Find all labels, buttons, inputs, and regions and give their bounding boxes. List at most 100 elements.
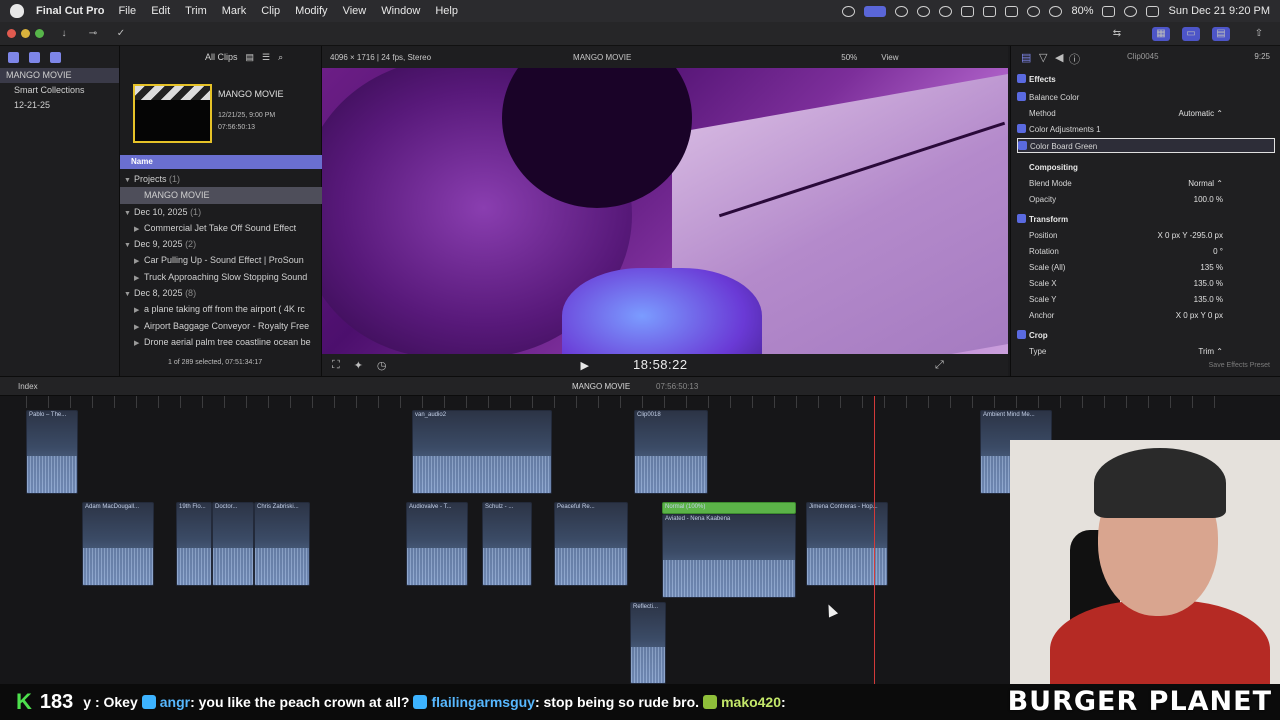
- speed-icon[interactable]: ◷: [377, 359, 387, 372]
- audio-inspector-icon[interactable]: ◀: [1055, 51, 1063, 64]
- timeline-clip[interactable]: Aviated - Nena Kaabena: [662, 514, 796, 598]
- app-name-menu[interactable]: Final Cut Pro: [36, 5, 104, 17]
- control-center-icon[interactable]: [1146, 5, 1160, 17]
- menu-mark[interactable]: Mark: [222, 5, 246, 17]
- inspector-row[interactable]: Scale (All) 135 %: [1017, 260, 1275, 275]
- minimize-window-button[interactable]: [21, 29, 30, 38]
- inspector-row[interactable]: Crop: [1017, 328, 1275, 343]
- transform-tool-icon[interactable]: ⛶: [332, 359, 340, 372]
- zoom-window-button[interactable]: [35, 29, 44, 38]
- timeline-clip[interactable]: van_audio2: [412, 410, 552, 494]
- fullscreen-icon[interactable]: ⤢: [935, 359, 944, 372]
- inspector-value[interactable]: 135.0 %: [1194, 292, 1223, 307]
- screen-mirror-icon[interactable]: [1005, 5, 1019, 17]
- display-icon[interactable]: [983, 5, 997, 17]
- menu-view[interactable]: View: [343, 5, 367, 17]
- timeline-clip[interactable]: [912, 602, 982, 680]
- inspector-row[interactable]: Anchor X 0 px Y 0 px: [1017, 308, 1275, 323]
- inspector-row[interactable]: Position X 0 px Y -295.0 px: [1017, 228, 1275, 243]
- inspector-row[interactable]: Effects: [1017, 72, 1275, 87]
- timeline-clip[interactable]: 19th Flo...: [176, 502, 212, 586]
- inspector-value[interactable]: Trim ⌃: [1198, 344, 1223, 359]
- timeline-clip[interactable]: [712, 410, 882, 494]
- clock[interactable]: Sun Dec 21 9:20 PM: [1168, 5, 1270, 17]
- apple-icon[interactable]: [10, 4, 24, 18]
- library-item-event[interactable]: 12-21-25: [0, 98, 119, 113]
- checkbox-icon[interactable]: [1017, 330, 1026, 339]
- photos-icon[interactable]: [29, 51, 40, 63]
- close-window-button[interactable]: [7, 29, 16, 38]
- wifi-icon[interactable]: [1049, 5, 1063, 17]
- menu-edit[interactable]: Edit: [151, 5, 170, 17]
- share-toggle-icon[interactable]: ⇆: [1108, 27, 1126, 41]
- timeline-clip[interactable]: [80, 410, 410, 494]
- obs-icon[interactable]: [895, 5, 909, 17]
- inspector-row[interactable]: Balance Color: [1017, 90, 1275, 105]
- clip-filter-dropdown[interactable]: All Clips: [205, 52, 238, 62]
- inspector-value[interactable]: Automatic ⌃: [1179, 106, 1224, 121]
- menu-trim[interactable]: Trim: [185, 5, 207, 17]
- checkbox-icon[interactable]: [1017, 92, 1026, 101]
- keywords-icon[interactable]: ⊸: [84, 27, 102, 41]
- inspector-row[interactable]: Scale X 135.0 %: [1017, 276, 1275, 291]
- checkbox-icon[interactable]: [1017, 74, 1026, 83]
- list-item[interactable]: MANGO MOVIE: [120, 187, 322, 204]
- search-icon[interactable]: [1124, 5, 1138, 17]
- share-icon[interactable]: ⇧: [1250, 27, 1268, 41]
- inspector-row[interactable]: Method Automatic ⌃: [1017, 106, 1275, 121]
- timeline-clip[interactable]: Schulz - ...: [482, 502, 532, 586]
- play-icon[interactable]: [939, 5, 953, 17]
- library-item-mango-movie[interactable]: MANGO MOVIE: [0, 68, 119, 83]
- video-viewer[interactable]: [322, 68, 1008, 354]
- video-inspector-icon[interactable]: ▤: [1021, 51, 1031, 64]
- enhance-icon[interactable]: ✦: [354, 359, 363, 372]
- inspector-row[interactable]: Opacity 100.0 %: [1017, 192, 1275, 207]
- timeline-clip[interactable]: [572, 410, 632, 494]
- timeline-clip[interactable]: Audiovalve - T...: [406, 502, 468, 586]
- timeline-clip[interactable]: Normal (100%): [662, 502, 796, 514]
- inspector-value[interactable]: 0 °: [1213, 244, 1223, 259]
- list-item[interactable]: ▼ Dec 9, 2025 (2): [120, 236, 322, 252]
- timeline-ruler[interactable]: [26, 396, 1226, 408]
- inspector-row[interactable]: Blend Mode Normal ⌃: [1017, 176, 1275, 191]
- timeline-clip[interactable]: Adam MacDougall...: [82, 502, 154, 586]
- timeline-clip[interactable]: Reflecti...: [630, 602, 666, 684]
- libraries-icon[interactable]: [8, 51, 19, 63]
- filter-icon[interactable]: ▽: [1039, 51, 1047, 64]
- viewer-timecode[interactable]: 18:58:22: [633, 357, 688, 372]
- view-dropdown[interactable]: View: [881, 53, 898, 62]
- bluetooth-icon[interactable]: [1027, 5, 1041, 17]
- timeline-clip[interactable]: [892, 502, 982, 586]
- list-item[interactable]: ▶ Drone aerial palm tree coastline ocean …: [120, 334, 322, 350]
- timeline-clip[interactable]: [306, 602, 362, 680]
- inspector-toggle-icon[interactable]: ▤: [1212, 27, 1230, 41]
- zoom-dropdown[interactable]: 50%: [841, 53, 857, 62]
- inspector-row[interactable]: Scale Y 135.0 %: [1017, 292, 1275, 307]
- list-item[interactable]: ▶ Car Pulling Up - Sound Effect | ProSoun: [120, 252, 322, 268]
- checkbox-icon[interactable]: [1017, 124, 1026, 133]
- timeline-clip[interactable]: [316, 410, 346, 494]
- playhead[interactable]: [874, 396, 875, 684]
- project-thumbnail[interactable]: [133, 84, 212, 143]
- import-icon[interactable]: ↓: [55, 27, 73, 41]
- timeline-clip[interactable]: Clip0018: [634, 410, 708, 494]
- timeline-clip[interactable]: Chris Zabriski...: [254, 502, 310, 586]
- inspector-value[interactable]: 100.0 %: [1194, 192, 1223, 207]
- name-column-header[interactable]: Name: [120, 155, 322, 169]
- list-view-icon[interactable]: ☰: [262, 52, 270, 63]
- titles-icon[interactable]: [50, 51, 61, 63]
- inspector-row[interactable]: Transform: [1017, 212, 1275, 227]
- list-item[interactable]: ▶ a plane taking off from the airport ( 4…: [120, 301, 322, 317]
- timeline-clip[interactable]: Pablo – The...: [26, 410, 78, 494]
- timeline-clip[interactable]: Doctor...: [212, 502, 254, 586]
- filmstrip-icon[interactable]: ▤: [246, 52, 255, 63]
- inspector-value[interactable]: 135 %: [1200, 260, 1223, 275]
- volume-icon[interactable]: [961, 5, 975, 17]
- inspector-row[interactable]: Color Board Green: [1017, 138, 1275, 153]
- timeline-clip[interactable]: Peaceful Re...: [554, 502, 628, 586]
- timeline-clip[interactable]: Jimena Contreras - Hop...: [806, 502, 888, 586]
- list-item[interactable]: ▶ Airport Baggage Conveyor - Royalty Free: [120, 318, 322, 334]
- list-item[interactable]: ▼ Dec 10, 2025 (1): [120, 204, 322, 220]
- battery-icon[interactable]: [1102, 5, 1116, 17]
- timeline-project-name[interactable]: MANGO MOVIE: [572, 382, 630, 391]
